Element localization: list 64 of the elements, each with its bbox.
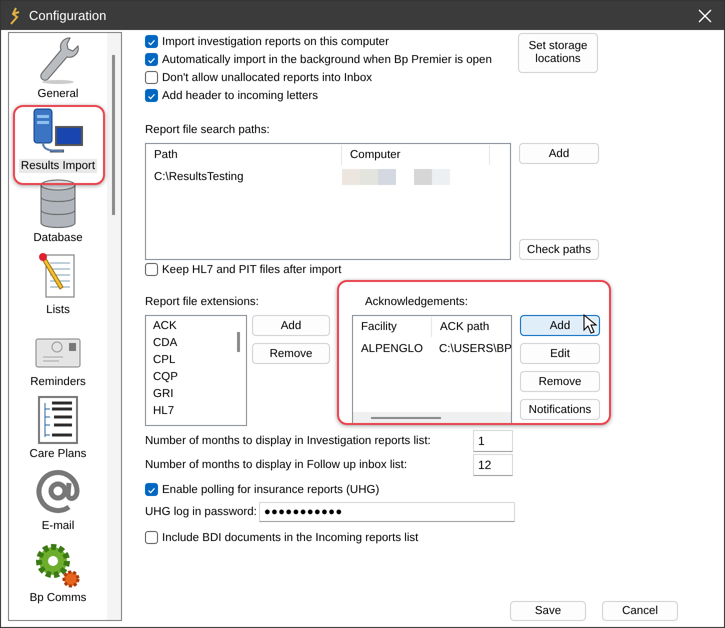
sidebar-item[interactable]: Database — [9, 177, 107, 249]
set-storage-button[interactable]: Set storage locations — [518, 33, 598, 73]
checkbox[interactable] — [145, 71, 158, 84]
list-item[interactable]: HL7 — [153, 403, 237, 420]
sidebar-item[interactable]: Bp Comms — [9, 537, 107, 609]
checkbox[interactable] — [145, 35, 158, 48]
acknowledgement-button[interactable]: Remove — [520, 371, 600, 392]
sidebar-item[interactable]: Care Plans — [9, 393, 107, 465]
checkbox[interactable] — [145, 483, 158, 496]
checkbox-label: Enable polling for insurance reports (UHG) — [162, 484, 380, 496]
sidebar-item[interactable]: E-mail — [9, 465, 107, 537]
app-logo-icon — [8, 6, 22, 24]
table-action-button[interactable]: Check paths — [519, 239, 599, 260]
checkbox-label: Don't allow unallocated reports into Inbox — [162, 72, 372, 84]
checkbox-label: Include BDI documents in the Incoming reports list — [162, 532, 418, 544]
column-header[interactable]: Path — [146, 145, 342, 165]
list-item[interactable]: CPL — [153, 352, 237, 369]
document-tree-icon — [36, 395, 80, 445]
list-action-button[interactable]: Remove — [252, 343, 330, 364]
section-label: Report file search paths: — [145, 124, 271, 136]
checkbox[interactable] — [145, 53, 158, 66]
list-action-button[interactable]: Add — [252, 315, 330, 336]
database-icon — [38, 179, 78, 229]
list-item[interactable]: GRI — [153, 386, 237, 403]
table-action-button[interactable]: Add — [519, 143, 599, 164]
table-cell-text: C:\USERS\BP — [438, 343, 511, 355]
checkbox[interactable] — [145, 89, 158, 102]
field-label: Number of months to display in Follow up inbox list: — [145, 459, 408, 471]
password-input[interactable]: ●●●●●●●●●●● — [259, 502, 515, 522]
list-item[interactable]: CDA — [153, 335, 237, 352]
scrollbar-thumb[interactable] — [371, 417, 441, 419]
checkbox-label: Add header to incoming letters — [162, 90, 318, 102]
section-label: Acknowledgements: — [365, 296, 469, 308]
table-cell-text: C:\ResultsTesting — [153, 171, 244, 183]
checkbox[interactable] — [145, 263, 158, 276]
sidebar-item[interactable]: Reminders — [9, 321, 107, 393]
sidebar-item[interactable]: Lists — [9, 249, 107, 321]
acknowledgement-button[interactable]: Add — [520, 315, 600, 336]
table-cell-text: ALPENGLO — [360, 343, 424, 355]
field-label: UHG log in password: — [145, 506, 258, 518]
column-header[interactable]: ACK path — [432, 317, 511, 337]
sidebar-item[interactable]: General — [9, 33, 107, 105]
sidebar-item[interactable]: Results Import — [9, 105, 107, 177]
dialog-button[interactable]: Save — [510, 601, 586, 621]
column-header[interactable]: Computer — [342, 145, 490, 165]
months-input[interactable]: 12 — [473, 454, 513, 476]
checkbox[interactable] — [145, 531, 158, 544]
acknowledgement-button[interactable]: Notifications — [520, 399, 600, 420]
list-item[interactable]: CQP — [153, 369, 237, 386]
section-label: Report file extensions: — [145, 296, 260, 308]
checkbox-label: Import investigation reports on this computer — [162, 36, 389, 48]
field-label: Number of months to display in Investigation reports list: — [145, 435, 432, 447]
acknowledgement-button[interactable]: Edit — [520, 343, 600, 364]
mouse-pointer-icon — [583, 314, 597, 334]
window-title: Configuration — [29, 8, 106, 23]
checkbox-label: Automatically import in the background when Bp Premier is open — [162, 54, 492, 66]
close-icon[interactable] — [698, 8, 712, 22]
scrollbar-thumb[interactable] — [112, 55, 115, 215]
column-header[interactable]: Facility — [353, 317, 432, 337]
months-input[interactable]: 1 — [473, 430, 513, 452]
list-item[interactable]: ACK — [153, 318, 237, 335]
scrollbar-thumb[interactable] — [237, 332, 240, 352]
dialog-button[interactable]: Cancel — [602, 601, 678, 621]
checkbox-label: Keep HL7 and PIT files after import — [162, 264, 342, 276]
